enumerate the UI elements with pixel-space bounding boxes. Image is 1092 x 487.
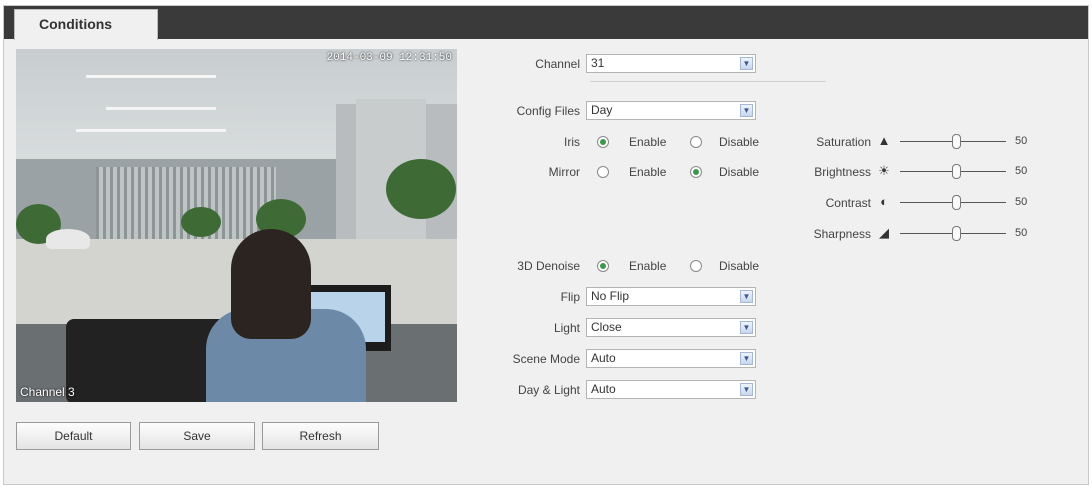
brightness-label: Brightness: [814, 165, 871, 179]
preview-channel-label: Channel 3: [20, 385, 75, 399]
day-light-label: Day & Light: [517, 383, 580, 397]
contrast-slider-handle[interactable]: [952, 195, 961, 210]
iris-disable-radio[interactable]: [690, 136, 702, 148]
denoise-disable-radio[interactable]: [690, 260, 702, 272]
mirror-enable-label: Enable: [629, 165, 667, 179]
light-select[interactable]: Close ▼: [586, 318, 756, 337]
mirror-disable-radio[interactable]: [690, 166, 702, 178]
contrast-label: Contrast: [825, 196, 871, 210]
iris-enable-radio[interactable]: [597, 136, 609, 148]
mirror-label: Mirror: [548, 165, 580, 179]
chevron-down-icon: ▼: [740, 321, 753, 334]
day-light-value: Auto: [591, 382, 616, 396]
config-files-label: Config Files: [516, 104, 580, 118]
denoise-label: 3D Denoise: [517, 259, 580, 273]
contrast-value: 50: [1015, 196, 1028, 208]
saturation-slider-handle[interactable]: [952, 134, 961, 149]
refresh-button[interactable]: Refresh: [262, 422, 379, 450]
flip-select[interactable]: No Flip ▼: [586, 287, 756, 306]
denoise-enable-radio[interactable]: [597, 260, 609, 272]
mirror-disable-label: Disable: [719, 165, 760, 179]
denoise-enable-label: Enable: [629, 259, 667, 273]
scene-mode-select[interactable]: Auto ▼: [586, 349, 756, 368]
config-files-value: Day: [591, 103, 613, 117]
divider: [590, 81, 826, 82]
contrast-icon: ◐: [880, 194, 888, 209]
light-value: Close: [591, 320, 622, 334]
brightness-value: 50: [1015, 165, 1028, 177]
channel-label: Channel: [535, 57, 580, 71]
light-label: Light: [553, 321, 580, 335]
iris-disable-label: Disable: [719, 135, 760, 149]
save-button[interactable]: Save: [139, 422, 255, 450]
chevron-down-icon: ▼: [740, 352, 753, 365]
chevron-down-icon: ▼: [740, 383, 753, 396]
saturation-label: Saturation: [816, 135, 871, 149]
mirror-enable-radio[interactable]: [597, 166, 609, 178]
channel-value: 31: [591, 56, 605, 70]
saturation-icon: ▲: [877, 133, 891, 148]
sharpness-slider-handle[interactable]: [952, 226, 961, 241]
sharpness-label: Sharpness: [813, 227, 871, 241]
camera-preview: 2014-03-09 12:31:50 Channel 3: [16, 49, 457, 402]
sharpness-icon: ◢: [879, 225, 889, 240]
sharpness-value: 50: [1015, 227, 1028, 239]
config-files-select[interactable]: Day ▼: [586, 101, 756, 120]
channel-select[interactable]: 31 ▼: [586, 54, 756, 73]
iris-enable-label: Enable: [629, 135, 667, 149]
brightness-slider-handle[interactable]: [952, 164, 961, 179]
chevron-down-icon: ▼: [740, 57, 753, 70]
tab-bar: [4, 6, 1088, 39]
flip-value: No Flip: [591, 289, 630, 303]
chevron-down-icon: ▼: [740, 104, 753, 117]
tab-conditions[interactable]: Conditions: [14, 9, 158, 40]
flip-label: Flip: [560, 290, 580, 304]
brightness-icon: ☀: [878, 163, 890, 178]
scene-mode-value: Auto: [591, 351, 616, 365]
preview-timestamp: 2014-03-09 12:31:50: [326, 52, 452, 64]
saturation-value: 50: [1015, 135, 1028, 147]
denoise-disable-label: Disable: [719, 259, 760, 273]
chevron-down-icon: ▼: [740, 290, 753, 303]
scene-mode-label: Scene Mode: [512, 352, 580, 366]
day-light-select[interactable]: Auto ▼: [586, 380, 756, 399]
default-button[interactable]: Default: [16, 422, 131, 450]
iris-label: Iris: [564, 135, 580, 149]
